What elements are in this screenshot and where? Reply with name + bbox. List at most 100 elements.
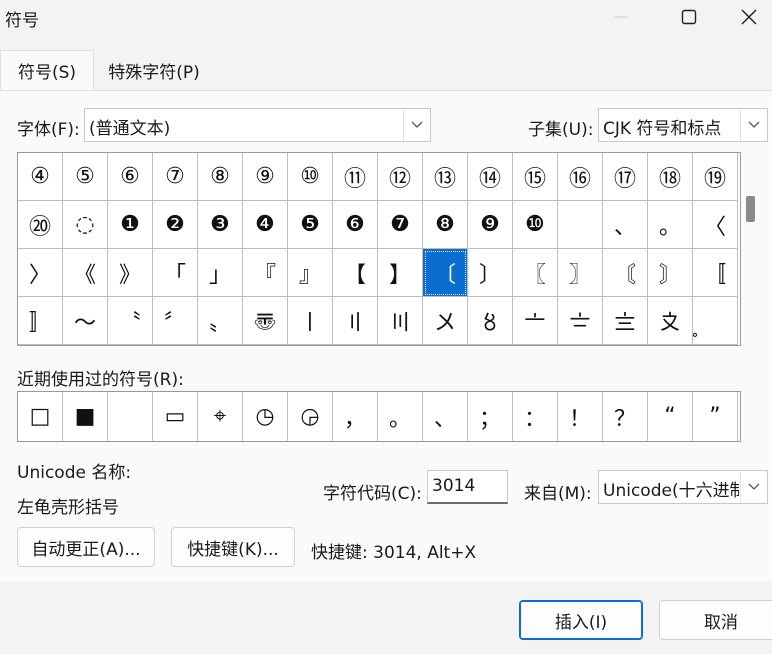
symbol-grid[interactable]: ④ ⑤ ⑥ ⑦ ⑧ ⑨ ⑩ ⑪ ⑫ ⑬ ⑭ ⑮ ⑯ ⑰ ⑱ ⑲ ⑳ ◌ ❶ ❷ ❸ ❹ ❺ ❻ ❼ ❽ ❾ ❿ 、。〈〉《》「」『』【】… xyxy=(17,152,741,346)
symbol-cell[interactable]: 、 xyxy=(603,201,648,249)
recent-symbol-cell[interactable]: ▭ xyxy=(153,392,198,441)
symbol-cell[interactable]: 〞 xyxy=(153,297,198,345)
grid-scrollbar[interactable] xyxy=(741,152,765,346)
symbol-cell[interactable]: ⑫ xyxy=(378,153,423,201)
symbol-cell[interactable]: ❹ xyxy=(243,201,288,249)
maximize-button[interactable] xyxy=(666,0,712,34)
close-icon xyxy=(741,9,757,25)
symbol-cell[interactable]: ⑥ xyxy=(108,153,153,201)
recent-symbol-cell[interactable]: “ xyxy=(648,392,693,441)
symbol-cell[interactable]: 】 xyxy=(378,249,423,297)
symbol-cell[interactable]: 〤 xyxy=(423,297,468,345)
symbol-cell[interactable]: 《 xyxy=(63,249,108,297)
symbol-cell[interactable]: ⑦ xyxy=(153,153,198,201)
symbol-cell[interactable]: 〗 xyxy=(558,249,603,297)
recent-symbol-cell[interactable]: ， xyxy=(333,392,378,441)
symbol-cell[interactable]: ⑩ xyxy=(288,153,333,201)
recent-symbol-cell[interactable]: ◷ xyxy=(243,392,288,441)
symbol-cell[interactable]: 〧 xyxy=(558,297,603,345)
symbol-cell[interactable]: ⑲ xyxy=(693,153,738,201)
symbol-cell[interactable]: 〝 xyxy=(108,297,153,345)
recent-symbol-cell[interactable]: ？ xyxy=(603,392,648,441)
recent-symbol-cell[interactable]: ◶ xyxy=(288,392,333,441)
symbol-cell[interactable]: 〔 xyxy=(423,249,468,297)
symbol-cell[interactable]: ⑯ xyxy=(558,153,603,201)
symbol-cell[interactable]: 〠 xyxy=(243,297,288,345)
symbol-cell[interactable]: 〪 xyxy=(693,297,738,345)
symbol-cell[interactable]: ⑧ xyxy=(198,153,243,201)
insert-button[interactable]: 插入(I) xyxy=(519,600,643,640)
symbol-cell[interactable]: 』 xyxy=(288,249,333,297)
autocorrect-button[interactable]: 自动更正(A)... xyxy=(17,527,155,567)
symbol-cell[interactable]: ⑭ xyxy=(468,153,513,201)
recent-symbol-cell[interactable]: 。 xyxy=(378,392,423,441)
close-button[interactable] xyxy=(726,0,772,34)
symbol-cell[interactable]: 〘 xyxy=(603,249,648,297)
tab-symbols[interactable]: 符号(S) xyxy=(0,50,94,90)
symbol-cell[interactable]: ❼ xyxy=(378,201,423,249)
chevron-down-icon[interactable] xyxy=(403,109,430,141)
char-code-input[interactable]: 3014 xyxy=(427,470,508,504)
symbol-cell[interactable]: ❸ xyxy=(198,201,243,249)
symbol-cell[interactable]: 『 xyxy=(243,249,288,297)
symbol-cell[interactable]: ❾ xyxy=(468,201,513,249)
chevron-down-icon[interactable] xyxy=(740,471,767,503)
symbol-cell[interactable]: 「 xyxy=(153,249,198,297)
from-combobox[interactable]: Unicode(十六进制) xyxy=(598,470,768,504)
recent-symbol-cell[interactable]: ⌖ xyxy=(198,392,243,441)
symbol-cell[interactable]: ⑱ xyxy=(648,153,693,201)
recent-symbols-bar[interactable]: □ ■ ▭ ⌖ ◷ ◶，。、；：！？ “” xyxy=(17,391,741,442)
symbol-cell[interactable]: ⑬ xyxy=(423,153,468,201)
symbol-cell[interactable]: 〜 xyxy=(63,297,108,345)
symbol-cell[interactable]: 〙 xyxy=(648,249,693,297)
cancel-button[interactable]: 取消 xyxy=(659,600,772,640)
symbol-cell[interactable]: 〢 xyxy=(333,297,378,345)
scrollbar-thumb[interactable] xyxy=(746,196,755,222)
symbol-cell[interactable]: 。 xyxy=(648,201,693,249)
symbol-cell[interactable]: 【 xyxy=(333,249,378,297)
symbol-cell[interactable]: 〖 xyxy=(513,249,558,297)
recent-symbol-cell[interactable]: ： xyxy=(513,392,558,441)
symbol-cell[interactable]: 〨 xyxy=(603,297,648,345)
symbol-cell[interactable] xyxy=(558,201,603,249)
symbol-cell[interactable]: 〩 xyxy=(648,297,693,345)
symbol-cell[interactable]: ❽ xyxy=(423,201,468,249)
symbol-cell[interactable]: 》 xyxy=(108,249,153,297)
recent-symbol-cell[interactable] xyxy=(108,392,153,441)
recent-symbol-cell[interactable]: ！ xyxy=(558,392,603,441)
symbol-cell[interactable]: ⑤ xyxy=(63,153,108,201)
symbol-cell[interactable]: ❻ xyxy=(333,201,378,249)
font-combobox[interactable]: (普通文本) xyxy=(84,108,431,142)
shortcut-key-button[interactable]: 快捷键(K)... xyxy=(171,527,295,567)
symbol-cell[interactable]: ❷ xyxy=(153,201,198,249)
recent-symbol-cell[interactable]: ” xyxy=(693,392,738,441)
chevron-down-icon[interactable] xyxy=(740,109,767,141)
symbol-cell[interactable]: 〥 xyxy=(468,297,513,345)
symbol-cell[interactable]: ◌ xyxy=(63,201,108,249)
symbol-cell[interactable]: 〦 xyxy=(513,297,558,345)
symbol-cell[interactable]: 〡 xyxy=(288,297,333,345)
symbol-cell[interactable]: 〉 xyxy=(18,249,63,297)
symbol-cell[interactable]: ⑮ xyxy=(513,153,558,201)
symbol-cell[interactable]: 〈 xyxy=(693,201,738,249)
recent-symbol-cell[interactable]: ； xyxy=(468,392,513,441)
recent-symbol-cell[interactable]: ■ xyxy=(63,392,108,441)
symbol-cell[interactable]: 〚 xyxy=(693,249,738,297)
tab-special-characters[interactable]: 特殊字符(P) xyxy=(94,50,214,90)
symbol-cell[interactable]: ⑰ xyxy=(603,153,648,201)
symbol-cell[interactable]: ❿ xyxy=(513,201,558,249)
subset-combobox[interactable]: CJK 符号和标点 xyxy=(598,108,768,142)
symbol-cell[interactable]: 〣 xyxy=(378,297,423,345)
symbol-cell[interactable]: ④ xyxy=(18,153,63,201)
symbol-cell[interactable]: 〛 xyxy=(18,297,63,345)
symbol-cell[interactable]: ❶ xyxy=(108,201,153,249)
recent-symbol-cell[interactable]: 、 xyxy=(423,392,468,441)
symbol-cell[interactable]: ⑳ xyxy=(18,201,63,249)
recent-symbol-cell[interactable]: □ xyxy=(18,392,63,441)
symbol-cell[interactable]: 」 xyxy=(198,249,243,297)
symbol-cell[interactable]: 〟 xyxy=(198,297,243,345)
symbol-cell[interactable]: ⑪ xyxy=(333,153,378,201)
symbol-cell[interactable]: ⑨ xyxy=(243,153,288,201)
symbol-cell[interactable]: 〕 xyxy=(468,249,513,297)
symbol-cell[interactable]: ❺ xyxy=(288,201,333,249)
